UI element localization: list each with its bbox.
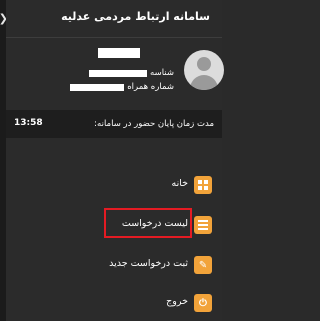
menu-item-new-request-label: ثبت درخواست جدید xyxy=(109,258,188,269)
avatar-body xyxy=(190,75,218,90)
session-timer-label: مدت زمان پایان حضور در سامانه: xyxy=(94,119,214,129)
menu-item-home[interactable]: خانه xyxy=(6,170,222,200)
power-icon: ⏻ xyxy=(194,294,212,312)
user-avatar-icon[interactable] xyxy=(184,50,224,90)
highlight-box xyxy=(104,208,192,238)
menu-item-logout-label: خروج xyxy=(166,296,188,307)
profile-id-label: شناسه xyxy=(150,68,174,78)
edit-icon: ✎ xyxy=(194,256,212,274)
sidebar-header: سامانه ارتباط مردمی عدلیه xyxy=(6,0,222,38)
avatar-head xyxy=(197,57,211,71)
menu-item-home-label: خانه xyxy=(171,178,188,189)
redacted-phone xyxy=(70,83,125,91)
menu-item-new-request[interactable]: ✎ ثبت درخواست جدید xyxy=(6,250,222,280)
profile-phone-row: شماره همراه xyxy=(70,82,174,92)
sidebar: ❮ سامانه ارتباط مردمی عدلیه شناسه شماره … xyxy=(0,0,224,321)
list-icon xyxy=(194,216,212,234)
session-timer-value: 13:58 xyxy=(14,118,43,128)
redacted-name xyxy=(98,48,140,58)
app-title: سامانه ارتباط مردمی عدلیه xyxy=(61,10,210,23)
profile-phone-label: شماره همراه xyxy=(127,82,174,92)
session-timer-bar: مدت زمان پایان حضور در سامانه: 13:58 xyxy=(6,110,222,138)
user-profile: شناسه شماره همراه xyxy=(6,38,224,102)
menu-item-logout[interactable]: ⏻ خروج xyxy=(6,288,222,318)
profile-id-row: شناسه xyxy=(89,68,174,78)
home-grid-icon xyxy=(194,176,212,194)
redacted-id xyxy=(89,69,148,77)
